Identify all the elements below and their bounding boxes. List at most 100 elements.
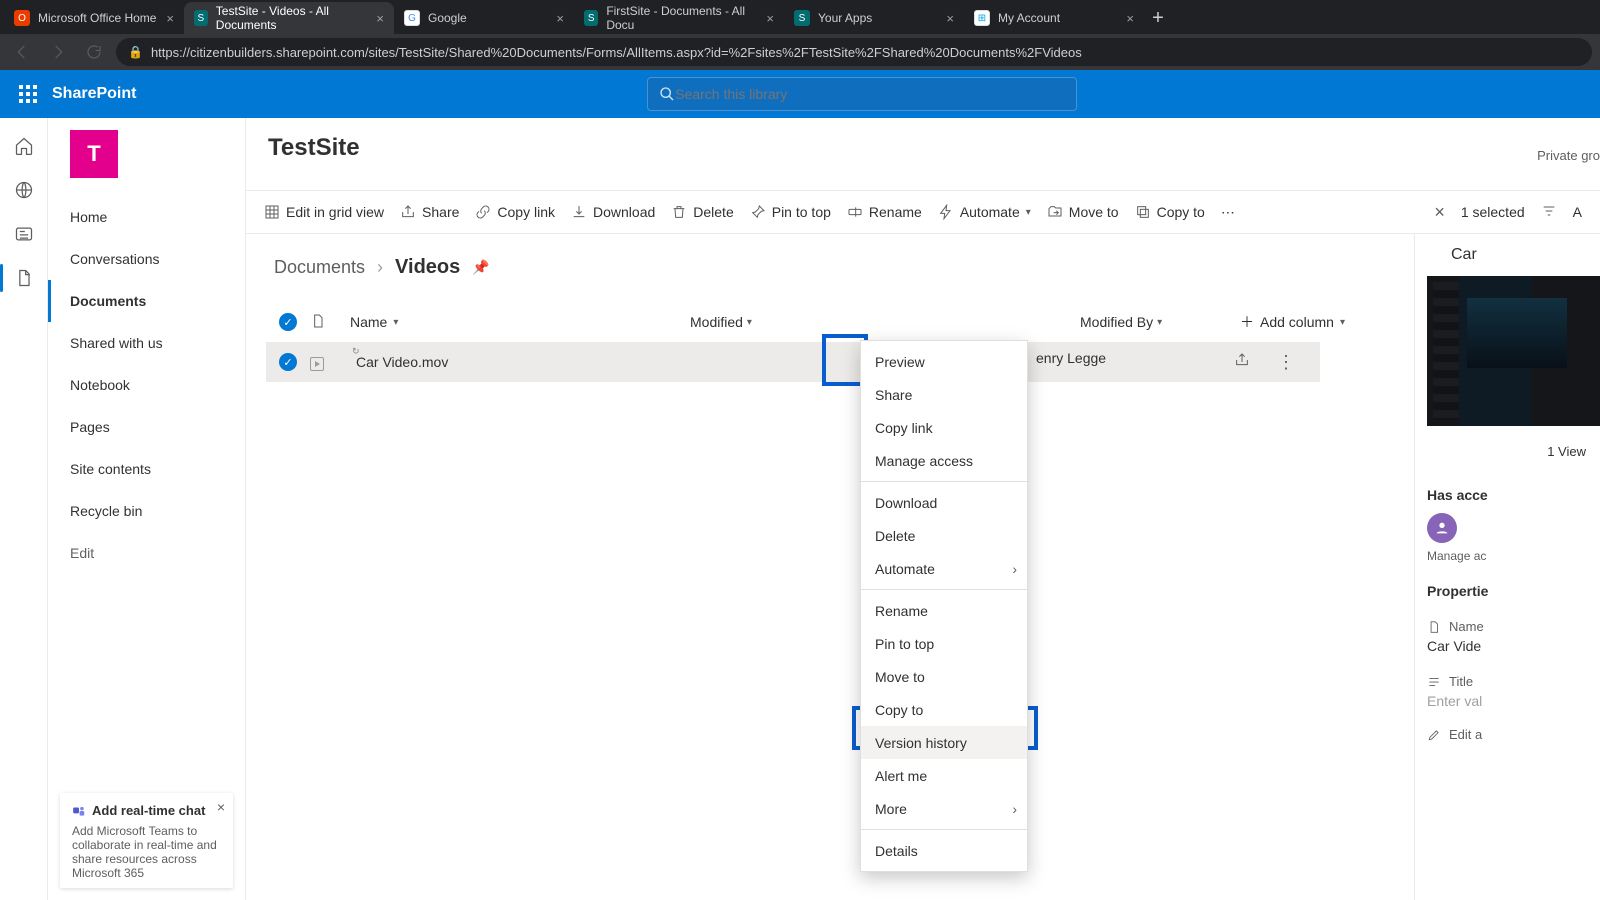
nav-sitecontents[interactable]: Site contents (48, 448, 245, 490)
ctx-copyto[interactable]: Copy to (861, 693, 1027, 726)
rail-news-icon[interactable] (14, 224, 34, 244)
prop-title-value[interactable]: Enter val (1427, 693, 1600, 709)
rail-home-icon[interactable] (14, 136, 34, 156)
site-title[interactable]: TestSite (268, 134, 360, 162)
search-icon (659, 86, 675, 102)
ctx-rename[interactable]: Rename (861, 594, 1027, 627)
tab-close-icon[interactable]: × (556, 11, 564, 26)
view-label[interactable]: A (1573, 204, 1582, 220)
forward-button[interactable] (44, 38, 72, 66)
nav-recyclebin[interactable]: Recycle bin (48, 490, 245, 532)
tab-close-icon[interactable]: × (946, 11, 954, 26)
ctx-versionhistory[interactable]: Version history (861, 726, 1027, 759)
new-tab-button[interactable]: + (1144, 2, 1172, 34)
column-modified[interactable]: Modified▾ (690, 314, 830, 330)
nav-shared[interactable]: Shared with us (48, 322, 245, 364)
back-button[interactable] (8, 38, 36, 66)
row-modifiedby[interactable]: enry Legge (1036, 350, 1106, 366)
breadcrumb-root[interactable]: Documents (274, 257, 365, 278)
lock-icon: 🔒 (128, 45, 143, 59)
pin-icon[interactable]: 📌 (472, 259, 489, 276)
ctx-alertme[interactable]: Alert me (861, 759, 1027, 792)
clear-selection-icon[interactable]: × (1434, 202, 1445, 223)
nav-notebook[interactable]: Notebook (48, 364, 245, 406)
type-column-icon[interactable] (310, 313, 350, 332)
ctx-moveto[interactable]: Move to (861, 660, 1027, 693)
tab-close-icon[interactable]: × (1126, 11, 1134, 26)
cmd-copyto[interactable]: Copy to (1135, 204, 1205, 220)
file-name[interactable]: Car Video.mov (356, 354, 448, 370)
row-more-icon[interactable]: ⋮ (1264, 340, 1308, 384)
cmd-grid[interactable]: Edit in grid view (264, 204, 384, 220)
select-all-checkbox[interactable]: ✓ (279, 313, 297, 331)
cmd-automate[interactable]: Automate ▾ (938, 204, 1031, 220)
suite-search[interactable] (647, 77, 1077, 111)
ctx-preview[interactable]: Preview (861, 345, 1027, 378)
browser-tab[interactable]: S Your Apps × (784, 2, 964, 34)
cmd-moveto[interactable]: Move to (1047, 204, 1119, 220)
row-checkbox[interactable]: ✓ (279, 353, 297, 371)
browser-tab[interactable]: O Microsoft Office Home × (4, 2, 184, 34)
column-modifiedby[interactable]: Modified By▾ (1080, 314, 1240, 330)
favicon: S (794, 10, 810, 26)
ctx-delete[interactable]: Delete (861, 519, 1027, 552)
browser-tab[interactable]: ⊞ My Account × (964, 2, 1144, 34)
ctx-more[interactable]: More (861, 792, 1027, 825)
cmd-download[interactable]: Download (571, 204, 655, 220)
column-name[interactable]: Name▾ (350, 314, 590, 330)
file-row[interactable]: ✓ ↻ Car Video.mov ⋮ (266, 342, 1320, 382)
rail-files-icon[interactable] (14, 268, 34, 288)
promo-body: Add Microsoft Teams to collaborate in re… (72, 824, 221, 880)
suite-brand[interactable]: SharePoint (52, 85, 136, 103)
cmd-overflow[interactable]: ⋯ (1221, 204, 1235, 221)
teams-icon (72, 804, 86, 818)
video-thumbnail[interactable] (1427, 276, 1600, 426)
edit-all-link[interactable]: Edit a (1427, 727, 1600, 742)
omnibox[interactable]: 🔒 https://citizenbuilders.sharepoint.com… (116, 38, 1592, 66)
suite-header: SharePoint (0, 70, 1600, 118)
nav-edit[interactable]: Edit (48, 532, 245, 574)
browser-tab[interactable]: G Google × (394, 2, 574, 34)
filter-icon[interactable] (1541, 203, 1557, 222)
cmd-rename[interactable]: Rename (847, 204, 922, 220)
url-text: https://citizenbuilders.sharepoint.com/s… (151, 45, 1082, 60)
ctx-pintotop[interactable]: Pin to top (861, 627, 1027, 660)
browser-tab[interactable]: S FirstSite - Documents - All Docu × (574, 2, 784, 34)
ctx-details[interactable]: Details (861, 834, 1027, 867)
tab-close-icon[interactable]: × (766, 11, 774, 26)
command-bar: Edit in grid view Share Copy link Downlo… (246, 190, 1600, 234)
nav-documents[interactable]: Documents (48, 280, 245, 322)
promo-close-icon[interactable]: × (217, 799, 225, 815)
breadcrumb-current: Videos (395, 256, 460, 279)
nav-home[interactable]: Home (48, 196, 245, 238)
tab-close-icon[interactable]: × (166, 11, 174, 26)
cmd-share[interactable]: Share (400, 204, 459, 220)
ctx-manageaccess[interactable]: Manage access (861, 444, 1027, 477)
grid-icon (264, 204, 280, 220)
cmd-pin[interactable]: Pin to top (750, 204, 831, 220)
reload-button[interactable] (80, 38, 108, 66)
ctx-download[interactable]: Download (861, 486, 1027, 519)
video-file-icon (1427, 247, 1443, 263)
ctx-automate[interactable]: Automate (861, 552, 1027, 585)
nav-pages[interactable]: Pages (48, 406, 245, 448)
site-icon[interactable]: T (70, 130, 118, 178)
user-avatar[interactable] (1427, 513, 1457, 543)
address-bar: 🔒 https://citizenbuilders.sharepoint.com… (0, 34, 1600, 70)
app-launcher-icon[interactable] (12, 78, 44, 110)
browser-tab[interactable]: S TestSite - Videos - All Documents × (184, 2, 394, 34)
nav-conversations[interactable]: Conversations (48, 238, 245, 280)
pencil-icon (1427, 728, 1441, 742)
ctx-copylink[interactable]: Copy link (861, 411, 1027, 444)
left-nav: T Home Conversations Documents Shared wi… (48, 118, 246, 900)
cmd-delete[interactable]: Delete (671, 204, 733, 220)
cmd-copylink[interactable]: Copy link (475, 204, 555, 220)
prop-name-value[interactable]: Car Vide (1427, 638, 1600, 654)
tab-close-icon[interactable]: × (376, 11, 384, 26)
ctx-share[interactable]: Share (861, 378, 1027, 411)
search-input[interactable] (675, 86, 1065, 102)
add-column[interactable]: ＋ Add column▾ (1240, 312, 1380, 332)
rail-globe-icon[interactable] (14, 180, 34, 200)
row-share-icon[interactable] (1234, 352, 1250, 372)
manage-access-link[interactable]: Manage ac (1427, 549, 1600, 563)
